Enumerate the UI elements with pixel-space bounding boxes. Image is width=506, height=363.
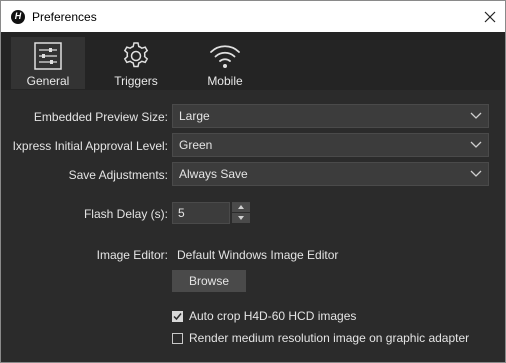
image-editor-value: Default Windows Image Editor [177, 248, 339, 262]
close-button[interactable] [475, 1, 505, 32]
tab-general[interactable]: General [11, 37, 85, 89]
tab-mobile-label: Mobile [207, 74, 243, 88]
title-bar: H Preferences [1, 1, 505, 32]
tab-triggers-label: Triggers [114, 74, 158, 88]
chevron-down-icon [470, 170, 482, 177]
approval-level-value: Green [179, 138, 213, 152]
render-medium-label: Render medium resolution image on graphi… [189, 331, 470, 345]
caret-up-icon [238, 205, 244, 209]
flash-delay-label: Flash Delay (s): [83, 207, 168, 221]
auto-crop-option[interactable]: Auto crop H4D-60 HCD images [172, 309, 356, 323]
increment-button[interactable] [232, 202, 250, 213]
preferences-window: H Preferences General Triggers Mobile Em… [0, 0, 506, 363]
wifi-icon [210, 45, 240, 68]
approval-level-label: Ixpress Initial Approval Level: [12, 139, 168, 153]
tab-triggers[interactable]: Triggers [99, 37, 173, 89]
flash-delay-stepper [232, 202, 250, 224]
app-logo-icon: H [11, 9, 25, 24]
render-medium-checkbox[interactable] [172, 332, 183, 344]
auto-crop-checkbox[interactable] [172, 310, 183, 322]
chevron-down-icon [470, 141, 482, 148]
preview-size-dropdown[interactable]: Large [172, 104, 489, 128]
approval-level-dropdown[interactable]: Green [172, 133, 489, 157]
save-adjustments-value: Always Save [179, 167, 248, 181]
tab-bar: General Triggers Mobile [1, 32, 505, 90]
window-title: Preferences [32, 9, 97, 24]
browse-button[interactable]: Browse [172, 270, 246, 292]
preview-size-value: Large [179, 109, 210, 123]
chevron-down-icon [470, 112, 482, 119]
save-adjustments-label: Save Adjustments: [68, 168, 168, 182]
render-medium-option[interactable]: Render medium resolution image on graphi… [172, 331, 469, 345]
checkmark-icon [173, 312, 182, 320]
preview-size-label: Embedded Preview Size: [33, 110, 168, 124]
caret-down-icon [238, 216, 244, 220]
decrement-button[interactable] [232, 213, 250, 224]
tab-mobile[interactable]: Mobile [188, 37, 262, 89]
sliders-icon [34, 42, 62, 70]
general-settings-panel: Embedded Preview Size: Large Ixpress Ini… [1, 90, 505, 362]
close-icon [484, 11, 496, 22]
image-editor-label: Image Editor: [96, 248, 168, 262]
save-adjustments-dropdown[interactable]: Always Save [172, 162, 489, 186]
tab-general-label: General [26, 74, 70, 88]
gear-icon [123, 42, 149, 68]
flash-delay-input[interactable]: 5 [172, 202, 230, 224]
auto-crop-label: Auto crop H4D-60 HCD images [189, 309, 357, 323]
